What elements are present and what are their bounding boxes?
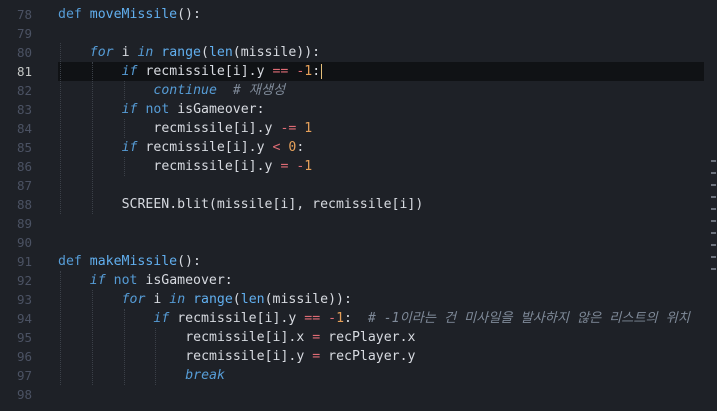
code-line[interactable]: for i in range(len(missile)): [122, 290, 707, 309]
code-editor[interactable]: 78 79 80 81 82 83 84 85 86 87 88 89 90 91 92 93 94 95 96 97… [0, 0, 717, 411]
code-token: (): [177, 254, 201, 269]
code-line[interactable]: recmissile[i].y -= 1 [153, 119, 707, 138]
code-line[interactable]: recmissile[i].y = -1 [153, 157, 707, 176]
code-token: recPlayer.y [320, 349, 416, 364]
code-area[interactable]: def moveMissile(): for i in range(len(mis… [0, 0, 717, 411]
code-token: recmissile[i].y [153, 121, 281, 136]
code-line[interactable]: for i in range(len(missile)): [90, 43, 707, 62]
code-token: isGameover: [137, 273, 233, 288]
code-line[interactable]: def moveMissile(): [58, 5, 707, 24]
code-token: makeMissile [89, 254, 178, 269]
code-token: len [208, 45, 233, 60]
code-line[interactable]: if not isGameover: [90, 271, 707, 290]
minimap-scrollbar[interactable] [709, 0, 717, 411]
minimap-tick [711, 244, 716, 246]
text-cursor [321, 63, 323, 79]
code-token: def [58, 254, 90, 269]
code-line[interactable]: recmissile[i].y = recPlayer.y [185, 347, 707, 366]
code-line[interactable]: recmissile[i].x = recPlayer.x [185, 328, 707, 347]
code-token: range [193, 292, 233, 307]
code-token: in [137, 45, 154, 60]
minimap-tick [711, 208, 716, 210]
code-token: = [312, 349, 321, 364]
code-token: == [304, 311, 321, 326]
code-line[interactable]: def makeMissile(): [58, 252, 707, 271]
code-token: 1 [304, 121, 313, 136]
code-token: moveMissile [89, 7, 178, 22]
code-token: if [89, 273, 106, 288]
minimap-tick [711, 220, 716, 222]
code-token: continue [153, 83, 217, 98]
code-token: - [328, 311, 337, 326]
code-line[interactable] [58, 385, 707, 404]
code-token: (missile)): [232, 45, 321, 60]
code-token: for [89, 45, 114, 60]
code-token: if [121, 102, 138, 117]
code-token: len [240, 292, 265, 307]
code-token: recmissile[i].y [137, 140, 273, 155]
code-line[interactable]: continue # 재생성 [153, 81, 707, 100]
code-token: if [121, 140, 138, 155]
code-token: ( [201, 45, 209, 60]
code-line[interactable]: if recmissile[i].y == -1: # -1이라는 건 미사일을… [153, 309, 707, 328]
code-token: recPlayer.x [320, 330, 416, 345]
code-token: 1 [336, 311, 345, 326]
code-line[interactable]: if recmissile[i].y == -1: [122, 62, 707, 81]
code-token: recmissile[i].y [169, 311, 305, 326]
code-token: recmissile[i].y [185, 349, 313, 364]
code-token: for [121, 292, 146, 307]
code-token: if [153, 311, 170, 326]
code-line[interactable]: SCREEN.blit(missile[i], recmissile[i]) [122, 195, 707, 214]
minimap-tick [711, 256, 716, 258]
code-token: recmissile[i].y [137, 64, 273, 79]
minimap-tick [711, 268, 716, 270]
code-token: ( [232, 292, 241, 307]
code-token: not [145, 102, 170, 117]
code-token: in [169, 292, 186, 307]
minimap-tick [711, 232, 716, 234]
code-line[interactable] [58, 176, 707, 195]
code-line[interactable]: if recmissile[i].y < 0: [122, 138, 707, 157]
code-token: i [145, 292, 170, 307]
code-line[interactable] [58, 233, 707, 252]
minimap-tick [711, 196, 716, 198]
code-token: : [312, 64, 321, 79]
code-token: def [58, 7, 90, 22]
code-token: # 재생성 [232, 83, 286, 98]
code-token: if [121, 64, 138, 79]
code-token: # -1이라는 건 미사일을 발사하지 않은 리스트의 위치 [367, 311, 690, 326]
code-line[interactable]: if not isGameover: [122, 100, 707, 119]
minimap-tick [711, 160, 716, 162]
code-token: break [185, 368, 225, 383]
minimap-tick [711, 184, 716, 186]
code-token: (missile)): [264, 292, 352, 307]
code-token: recmissile[i].y [153, 159, 281, 174]
code-token: : [344, 311, 368, 326]
code-token: not [113, 273, 138, 288]
code-token: isGameover: [169, 102, 265, 117]
minimap-tick [711, 172, 716, 174]
code-token: : [296, 140, 305, 155]
code-token: = [312, 330, 321, 345]
code-token: i [113, 45, 138, 60]
code-line[interactable] [58, 24, 707, 43]
code-token: == [272, 64, 289, 79]
code-token: -= [280, 121, 297, 136]
code-token: range [161, 45, 201, 60]
code-token: 1 [304, 159, 313, 174]
code-line[interactable]: break [185, 366, 707, 385]
code-token: (): [177, 7, 201, 22]
code-token: recmissile[i].x [185, 330, 313, 345]
code-line[interactable] [58, 214, 707, 233]
code-token: SCREEN.blit(missile[i], recmissile[i]) [121, 197, 424, 212]
